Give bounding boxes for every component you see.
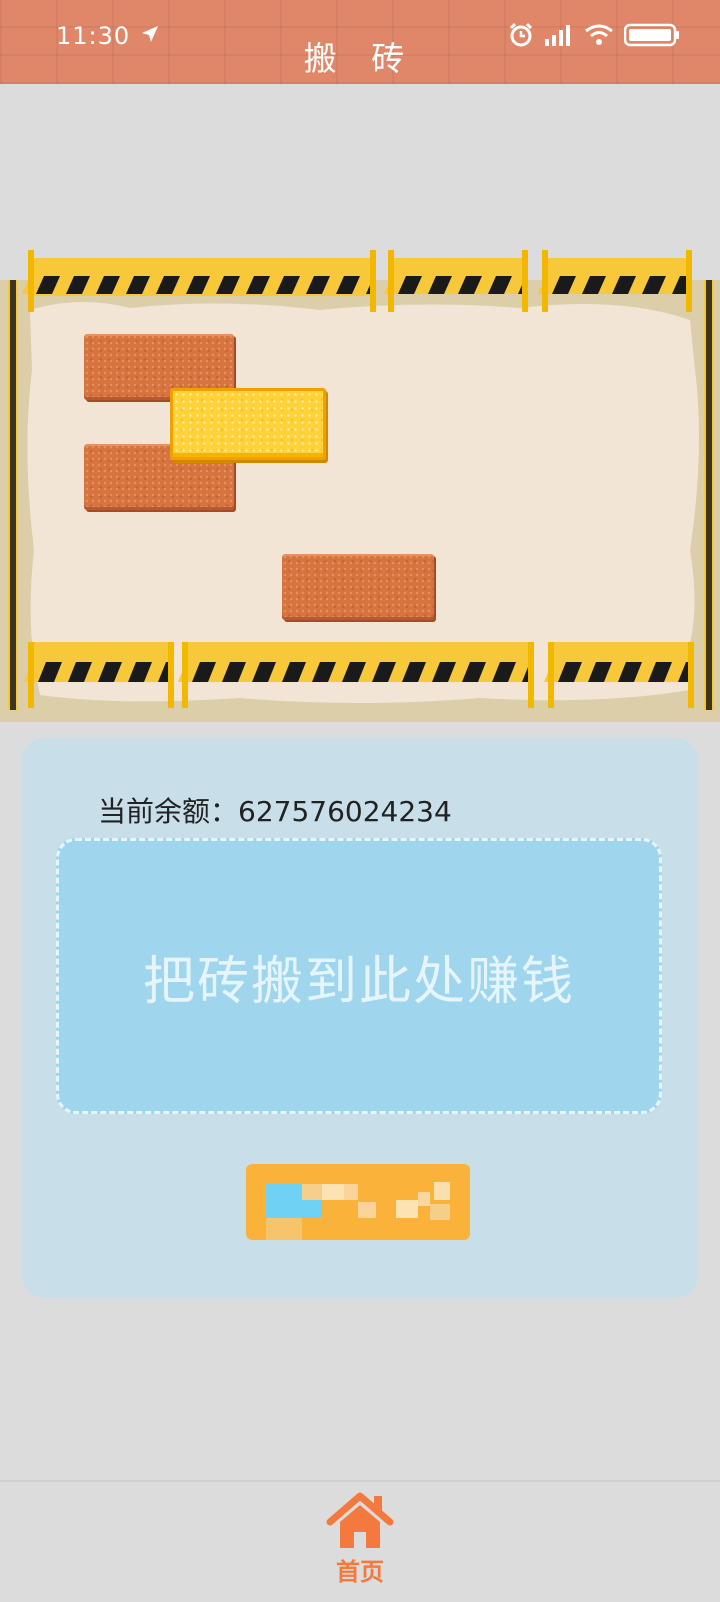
nav-home[interactable]: 首页	[320, 1492, 400, 1592]
balance-label: 当前余额：627576024234	[98, 795, 452, 828]
page-title: 搬 砖	[303, 39, 417, 78]
gold-brick[interactable]	[170, 388, 326, 460]
brick-3[interactable]	[282, 554, 434, 620]
brick-drop-zone[interactable]: 把砖搬到此处赚钱	[56, 838, 662, 1114]
app-header: 11:30 搬 砖	[0, 0, 720, 84]
pixelated-action-button[interactable]	[246, 1164, 470, 1240]
nav-home-label: 首页	[336, 1558, 384, 1586]
bottom-nav: 首页	[0, 1480, 720, 1602]
earnings-panel: 当前余额：627576024234 把砖搬到此处赚钱	[22, 738, 698, 1298]
home-icon	[326, 1492, 394, 1548]
drop-zone-text: 把砖搬到此处赚钱	[142, 951, 575, 1012]
brick-game-area	[0, 250, 720, 722]
